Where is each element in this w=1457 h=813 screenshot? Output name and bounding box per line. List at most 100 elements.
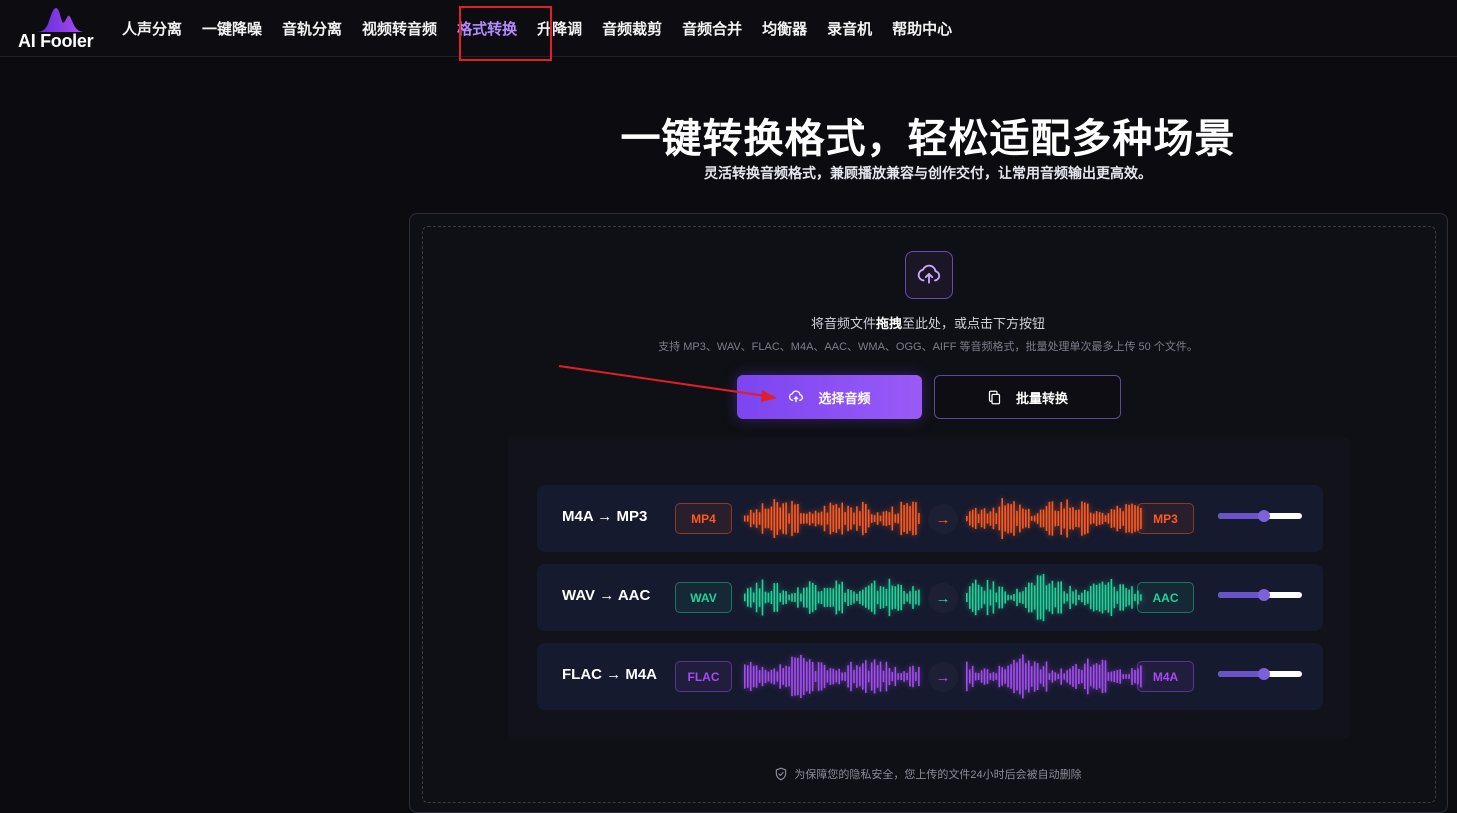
waveform-bar [966,592,968,602]
waveform-bar [767,592,770,603]
waveform-bar [1092,583,1095,612]
waveform-bar [835,504,838,533]
nav-item-pitch-shift[interactable]: 升降调 [527,18,592,39]
waveform-bar [1125,504,1127,533]
nav-item-audio-merge[interactable]: 音频合并 [672,18,752,39]
waveform-bar [1028,508,1030,529]
waveform-bar [1013,501,1015,536]
waveform-bar [1007,503,1009,534]
waveform-bar [969,669,971,684]
waveform-bar [788,594,790,601]
nav-item-format-conversion[interactable]: 格式转换 [447,18,527,39]
brand-logo[interactable]: AI Fooler [18,6,102,52]
waveform-bar [992,581,995,614]
slider-knob[interactable] [1258,589,1271,601]
source-waveform [744,654,920,698]
waveform-bar [1095,584,1098,611]
nav-item-audio-trim[interactable]: 音频裁剪 [592,18,672,39]
waveform-bar [1110,579,1113,616]
waveform-bar [900,501,902,536]
nav-item-recorder[interactable]: 录音机 [817,18,882,39]
waveform-bar [1087,503,1089,534]
waveform-bar [983,590,986,605]
waveform-bar [776,671,779,682]
waveform-bar [782,503,784,534]
waveform-bar [1131,668,1133,685]
volume-slider[interactable] [1218,510,1302,522]
waveform-bar [791,656,793,697]
waveform-bar [1084,663,1086,690]
waveform-bar [969,586,971,609]
upload-icon-box[interactable] [905,251,953,299]
waveform-bar [876,665,879,688]
waveform-bar [1030,582,1033,613]
waveform-bar [770,506,773,531]
cloud-upload-icon [917,264,941,284]
waveform-bar [1025,587,1027,608]
waveform-bar [800,654,802,698]
waveform-bar [865,587,867,608]
waveform-bar [820,662,823,691]
waveform-bar [1063,591,1065,604]
page-title: 一键转换格式，轻松适配多种场景 [620,117,1236,161]
waveform-bar [1054,510,1057,527]
volume-slider[interactable] [1218,668,1302,680]
waveform-bar [989,589,992,606]
nav-item-noise-reduction[interactable]: 一键降噪 [192,18,272,39]
waveform-bar [800,513,802,524]
waveform-bar [1131,503,1133,534]
nav-item-vocal-separation[interactable]: 人声分离 [112,18,192,39]
waveform-bar [1016,510,1018,526]
demo-row: M4A → MP3 MP4 → MP3 [537,485,1323,552]
waveform-bar [1030,666,1033,687]
waveform-bar [1051,501,1054,536]
waveform-bar [1122,511,1124,526]
waveform-bar [761,503,764,534]
demo-row-label: WAV → AAC [562,587,651,604]
waveform-bar [773,499,776,538]
waveform-bar [1075,510,1077,527]
waveform-bar [853,591,855,604]
waveform-bar [1116,591,1119,604]
waveform-bar [808,659,811,694]
waveform-bar [903,505,905,532]
waveform-bar [811,582,814,613]
demo-row-label: FLAC → M4A [562,666,657,683]
nav-item-video-to-audio[interactable]: 视频转音频 [352,18,447,39]
privacy-note: 为保障您的隐私安全，您上传的文件24小时后会被自动删除 [428,766,1428,782]
nav-item-equalizer[interactable]: 均衡器 [752,18,817,39]
waveform-bar [1104,660,1107,693]
waveform-bar [980,509,983,528]
waveform-bar [847,665,849,688]
waveform-bar [832,588,835,607]
waveform-bar [1045,506,1048,531]
waveform-bar [841,502,843,535]
waveform-bar [989,511,992,526]
waveform-bar [974,672,977,681]
waveform-bar [838,507,840,530]
waveform-bar [977,584,980,611]
batch-convert-button[interactable]: 批量转换 [934,375,1121,419]
waveform-bar [856,506,858,531]
waveform-bar [870,514,873,523]
waveform-bar [1128,589,1130,606]
waveform-bar [1119,508,1121,529]
slider-knob[interactable] [1258,510,1271,522]
nav-item-track-separation[interactable]: 音轨分离 [272,18,352,39]
waveform-bar [803,513,805,524]
waveform-bar [770,669,773,684]
waveform-bar [1025,663,1027,690]
waveform-bar [859,511,861,526]
waveform-bar [1060,581,1062,614]
nav-item-help-center[interactable]: 帮助中心 [882,18,962,39]
waveform-bar [820,591,823,604]
volume-slider[interactable] [1218,589,1302,601]
slider-knob[interactable] [1258,668,1271,680]
waveform-bar [995,592,998,603]
waveform-bar [1022,508,1024,529]
waveform-bar [918,513,920,524]
select-audio-button[interactable]: 选择音频 [737,375,922,419]
waveform-bar [1134,593,1136,602]
waveform-bar [998,586,1001,609]
waveform-bar [758,588,761,607]
